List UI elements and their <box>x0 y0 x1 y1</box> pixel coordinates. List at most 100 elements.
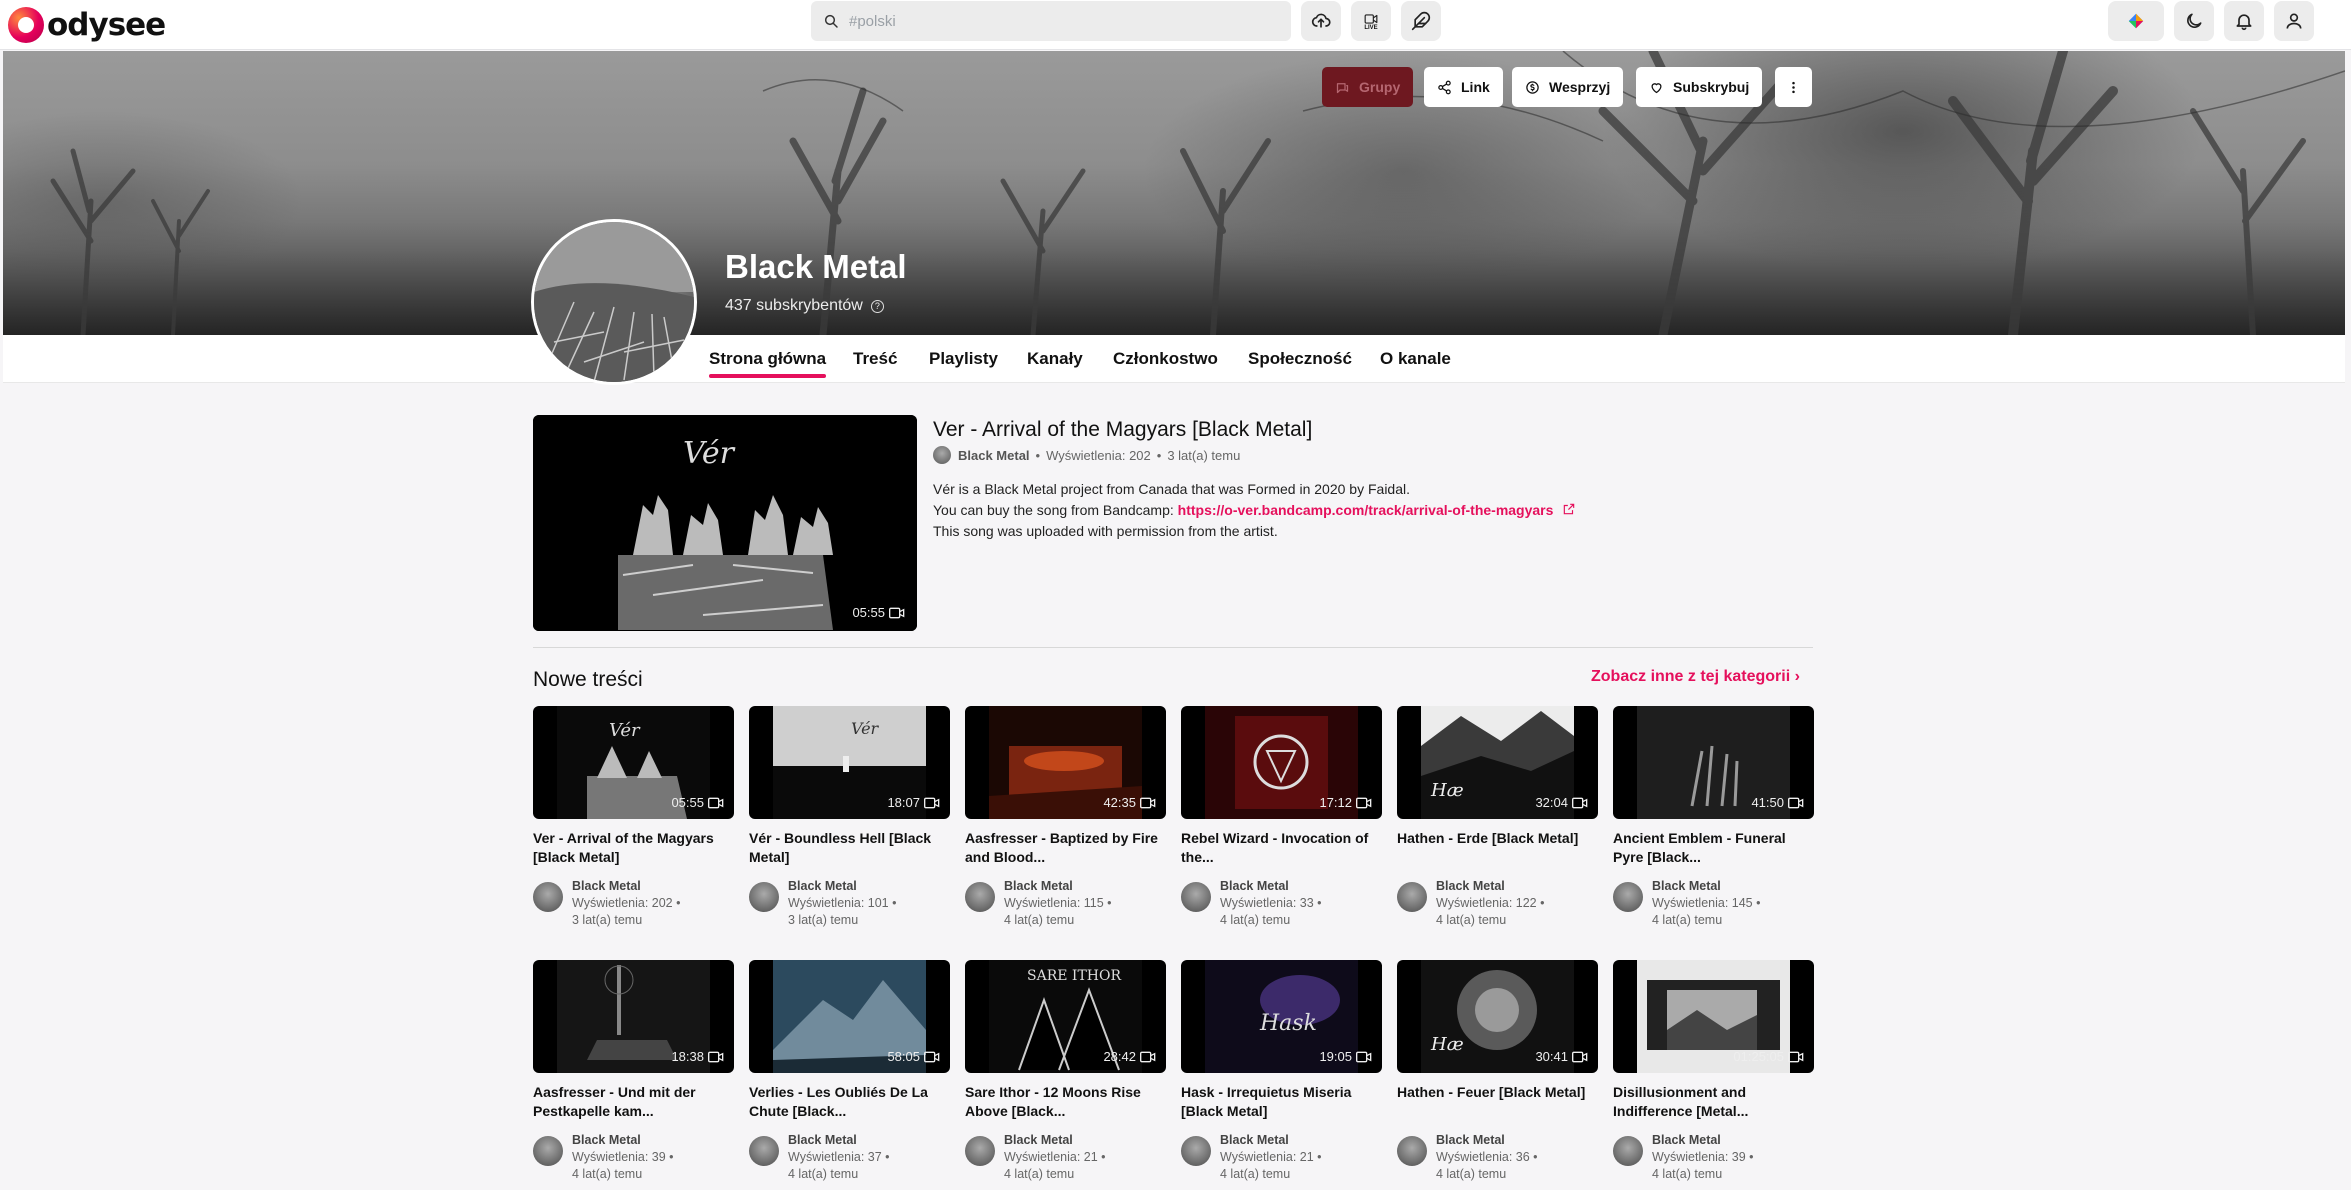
tab-community[interactable]: Społeczność <box>1248 349 1352 369</box>
upload-button[interactable] <box>1301 1 1341 41</box>
video-channel-name[interactable]: Black Metal <box>1652 878 1760 895</box>
notifications-button[interactable] <box>2224 1 2264 41</box>
featured-video-thumbnail[interactable]: Vér 05:55 <box>533 415 917 631</box>
create-post-button[interactable] <box>1401 1 1441 41</box>
tab-home[interactable]: Strona główna <box>709 349 827 378</box>
video-title[interactable]: Disillusionment and Indifference [Metal.… <box>1613 1083 1814 1121</box>
search-input[interactable] <box>849 12 1269 30</box>
channel-mini-avatar[interactable] <box>933 446 951 464</box>
video-card[interactable]: 17:12 Rebel Wizard - Invocation of the...… <box>1181 706 1382 929</box>
video-card[interactable]: 01:25:05 Disillusionment and Indifference… <box>1613 960 1814 1183</box>
video-channel-name[interactable]: Black Metal <box>1436 878 1544 895</box>
go-live-button[interactable]: LIVE <box>1351 1 1391 41</box>
video-thumbnail[interactable]: 58:05 <box>749 960 950 1073</box>
channel-avatar-small[interactable] <box>965 882 995 912</box>
video-thumbnail[interactable]: Hask 19:05 <box>1181 960 1382 1073</box>
channel-avatar-small[interactable] <box>1397 1136 1427 1166</box>
video-card[interactable]: 42:35 Aasfresser - Baptized by Fire and B… <box>965 706 1166 929</box>
video-age: 4 lat(a) temu <box>1436 913 1507 927</box>
video-title[interactable]: Ancient Emblem - Funeral Pyre [Black... <box>1613 829 1814 867</box>
video-card[interactable]: Hæ 30:41 Hathen - Feuer [Black Metal] Black… <box>1397 960 1598 1183</box>
see-more-link[interactable]: Zobacz inne z tej kategorii › <box>1591 668 1800 686</box>
tab-content[interactable]: Treść <box>853 349 897 369</box>
share-link-button[interactable]: Link <box>1424 67 1503 107</box>
section-divider <box>533 647 1813 648</box>
channel-avatar-small[interactable] <box>533 1136 563 1166</box>
video-channel-name[interactable]: Black Metal <box>1220 1132 1322 1149</box>
video-card[interactable]: 18:38 Aasfresser - Und mit der Pestkapell… <box>533 960 734 1183</box>
channel-avatar[interactable] <box>531 219 697 385</box>
video-thumbnail[interactable]: Hæ 32:04 <box>1397 706 1598 819</box>
video-thumbnail[interactable]: 18:38 <box>533 960 734 1073</box>
video-thumbnail[interactable]: 41:50 <box>1613 706 1814 819</box>
tab-about[interactable]: O kanale <box>1380 349 1451 369</box>
video-channel-name[interactable]: Black Metal <box>572 878 680 895</box>
theme-toggle-button[interactable] <box>2174 1 2214 41</box>
video-card[interactable]: Hæ 32:04 Hathen - Erde [Black Metal] Black … <box>1397 706 1598 929</box>
channel-avatar-small[interactable] <box>1613 1136 1643 1166</box>
external-link-icon[interactable] <box>1562 502 1576 516</box>
video-thumbnail[interactable]: Hæ 30:41 <box>1397 960 1598 1073</box>
odysee-logo[interactable]: odysee <box>8 3 166 47</box>
tab-playlists[interactable]: Playlisty <box>929 349 998 369</box>
video-channel-name[interactable]: Black Metal <box>1004 878 1112 895</box>
video-card[interactable]: Hask 19:05 Hask - Irrequietus Miseria [Bla… <box>1181 960 1382 1183</box>
video-info: Black Metal Wyświetlenia: 36 • 4 lat(a) te… <box>1436 1132 1538 1183</box>
subscribe-button[interactable]: Subskrybuj <box>1636 67 1763 107</box>
video-card[interactable]: SARE ITHOR 28:42 Sare Ithor - 12 Moons Ris… <box>965 960 1166 1183</box>
video-title[interactable]: Hathen - Feuer [Black Metal] <box>1397 1083 1598 1121</box>
video-icon <box>1356 797 1372 808</box>
video-channel-name[interactable]: Black Metal <box>572 1132 674 1149</box>
wallet-button[interactable] <box>2108 1 2164 41</box>
channel-avatar-small[interactable] <box>1397 882 1427 912</box>
tab-membership-label: Członkostwo <box>1113 349 1218 368</box>
support-button[interactable]: Wesprzyj <box>1512 67 1624 107</box>
help-icon[interactable]: ? <box>870 299 884 313</box>
video-channel-name[interactable]: Black Metal <box>1004 1132 1106 1149</box>
account-button[interactable] <box>2274 1 2314 41</box>
video-thumbnail[interactable]: Vér 18:07 <box>749 706 950 819</box>
search-bar[interactable] <box>811 1 1291 41</box>
video-card[interactable]: Vér 05:55 Ver - Arrival of the Magyars [Bl… <box>533 706 734 929</box>
tab-membership[interactable]: Członkostwo <box>1113 349 1218 369</box>
channel-avatar-small[interactable] <box>965 1136 995 1166</box>
video-thumbnail[interactable]: 01:25:05 <box>1613 960 1814 1073</box>
channel-avatar-small[interactable] <box>1181 1136 1211 1166</box>
video-channel-name[interactable]: Black Metal <box>788 1132 890 1149</box>
video-views: Wyświetlenia: 33 • <box>1220 896 1322 910</box>
more-options-button[interactable] <box>1775 67 1812 107</box>
video-icon <box>708 1051 724 1062</box>
featured-video-title[interactable]: Ver - Arrival of the Magyars [Black Meta… <box>933 418 1312 442</box>
channel-avatar-small[interactable] <box>1613 882 1643 912</box>
video-thumbnail[interactable]: SARE ITHOR 28:42 <box>965 960 1166 1073</box>
channel-avatar-small[interactable] <box>749 1136 779 1166</box>
channel-avatar-small[interactable] <box>1181 882 1211 912</box>
video-icon <box>1140 1051 1156 1062</box>
video-channel-name[interactable]: Black Metal <box>788 878 896 895</box>
video-title[interactable]: Aasfresser - Und mit der Pestkapelle kam… <box>533 1083 734 1121</box>
video-title[interactable]: Verlies - Les Oubliés De La Chute [Black… <box>749 1083 950 1121</box>
video-title[interactable]: Hask - Irrequietus Miseria [Black Metal] <box>1181 1083 1382 1121</box>
video-title[interactable]: Aasfresser - Baptized by Fire and Blood.… <box>965 829 1166 867</box>
video-title[interactable]: Rebel Wizard - Invocation of the... <box>1181 829 1382 867</box>
video-duration: 32:04 <box>1535 795 1588 810</box>
video-channel-name[interactable]: Black Metal <box>1220 878 1322 895</box>
video-thumbnail[interactable]: Vér 05:55 <box>533 706 734 819</box>
video-card[interactable]: 41:50 Ancient Emblem - Funeral Pyre [Blac… <box>1613 706 1814 929</box>
video-title[interactable]: Sare Ithor - 12 Moons Rise Above [Black.… <box>965 1083 1166 1121</box>
video-channel-name[interactable]: Black Metal <box>1652 1132 1754 1149</box>
video-card[interactable]: Vér 18:07 Vér - Boundless Hell [Black Meta… <box>749 706 950 929</box>
video-channel-name[interactable]: Black Metal <box>1436 1132 1538 1149</box>
video-title[interactable]: Hathen - Erde [Black Metal] <box>1397 829 1598 867</box>
video-thumbnail[interactable]: 17:12 <box>1181 706 1382 819</box>
video-title[interactable]: Ver - Arrival of the Magyars [Black Meta… <box>533 829 734 867</box>
video-thumbnail[interactable]: 42:35 <box>965 706 1166 819</box>
featured-channel-name[interactable]: Black Metal <box>958 448 1030 463</box>
tab-channels[interactable]: Kanały <box>1027 349 1083 369</box>
groups-button[interactable]: Grupy <box>1322 67 1414 107</box>
channel-avatar-small[interactable] <box>533 882 563 912</box>
channel-avatar-small[interactable] <box>749 882 779 912</box>
video-card[interactable]: 58:05 Verlies - Les Oubliés De La Chute [… <box>749 960 950 1183</box>
video-title[interactable]: Vér - Boundless Hell [Black Metal] <box>749 829 950 867</box>
bandcamp-link[interactable]: https://o-ver.bandcamp.com/track/arrival… <box>1178 502 1554 518</box>
